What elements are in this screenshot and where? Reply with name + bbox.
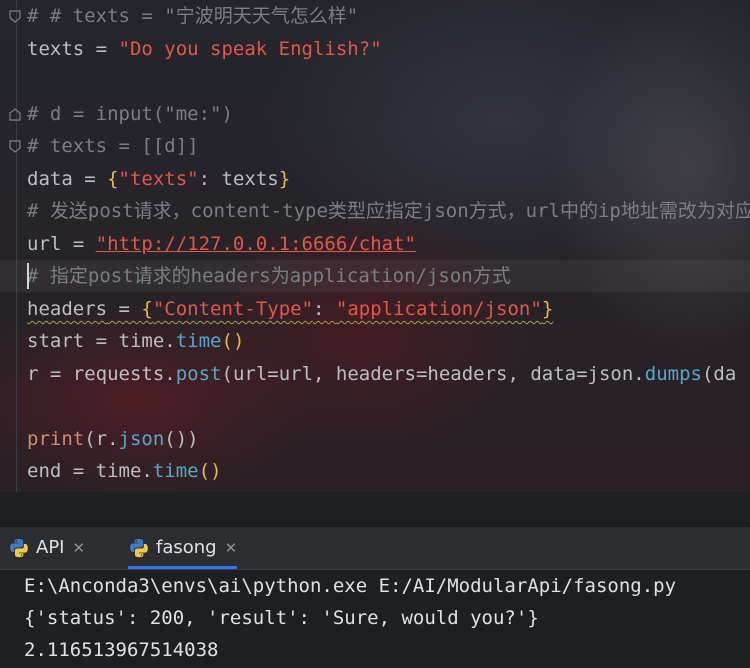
code-line-11[interactable]: start = time.time() bbox=[27, 325, 244, 357]
function-call: dumps bbox=[644, 363, 702, 385]
variable: r bbox=[27, 363, 39, 385]
operator: = bbox=[72, 168, 108, 190]
tab-fasong[interactable]: fasong ✕ bbox=[128, 527, 238, 569]
variable: headers bbox=[27, 298, 108, 320]
code-line-8[interactable]: url = "http://127.0.0.1:6666/chat" bbox=[27, 228, 416, 260]
code-line-5[interactable]: # texts = [[d]] bbox=[27, 130, 199, 162]
code-editor[interactable]: # # texts = "宁波明天天气怎么样" texts = "Do you … bbox=[0, 0, 750, 492]
brace: { bbox=[141, 298, 153, 320]
module-ref: time. bbox=[118, 330, 176, 352]
operator: = bbox=[84, 330, 119, 352]
code-line-15[interactable]: end = time.time() bbox=[27, 455, 222, 487]
indent-guide bbox=[16, 0, 17, 492]
code-line-4[interactable]: # d = input("me:") bbox=[27, 98, 233, 130]
call-args: (url=url, headers=headers, data=json. bbox=[221, 363, 645, 385]
module-ref: time. bbox=[95, 460, 153, 482]
variable: url bbox=[27, 233, 62, 255]
comment: # d = input("me:") bbox=[27, 103, 233, 125]
fold-start-icon[interactable] bbox=[9, 108, 21, 121]
dict-value: texts bbox=[221, 168, 279, 190]
brace: { bbox=[107, 168, 119, 190]
builtin-function: print bbox=[27, 428, 85, 450]
call-args: () bbox=[198, 460, 222, 482]
console-output-line: 2.116513967514038 bbox=[24, 639, 219, 661]
console-output-line: {'status': 200, 'result': 'Sure, would y… bbox=[24, 607, 539, 629]
run-console[interactable]: E:\Anconda3\envs\ai\python.exe E:/AI/Mod… bbox=[0, 570, 750, 668]
fold-end-icon[interactable] bbox=[9, 10, 21, 23]
function-call: json bbox=[118, 428, 165, 450]
code-line-14[interactable]: print(r.json()) bbox=[27, 423, 199, 455]
python-icon bbox=[10, 538, 28, 558]
call-args: ()) bbox=[164, 428, 199, 450]
operator: = bbox=[107, 298, 142, 320]
code-line-1[interactable]: # # texts = "宁波明天天气怎么样" bbox=[27, 0, 358, 32]
code-line-7[interactable]: # 发送post请求，content-type类型应指定json方式，url中的… bbox=[27, 195, 750, 227]
variable: start bbox=[27, 330, 85, 352]
function-call: time bbox=[175, 330, 222, 352]
dict-key: "texts" bbox=[118, 168, 199, 190]
variable: texts bbox=[27, 38, 85, 60]
variable: data bbox=[27, 168, 73, 190]
module-ref: requests. bbox=[72, 363, 176, 385]
close-icon[interactable]: ✕ bbox=[225, 527, 238, 569]
brace: } bbox=[278, 168, 291, 190]
function-call: post bbox=[175, 363, 222, 385]
operator: = bbox=[38, 363, 73, 385]
code-line-9[interactable]: # 指定post请求的headers为application/json方式 bbox=[0, 260, 750, 292]
code-line-2[interactable]: texts = "Do you speak English?" bbox=[27, 33, 382, 65]
console-command-line: E:\Anconda3\envs\ai\python.exe E:/AI/Mod… bbox=[24, 575, 677, 597]
brace: } bbox=[541, 298, 554, 320]
dict-key: "Content-Type" bbox=[152, 298, 314, 320]
comment: # 发送post请求，content-type类型应指定json方式，url中的… bbox=[27, 200, 750, 222]
code-line-10[interactable]: headers = {"Content-Type": "application/… bbox=[27, 293, 553, 325]
operator: = bbox=[84, 38, 119, 60]
comment: # texts = [[d]] bbox=[27, 135, 199, 157]
call-args: (r. bbox=[84, 428, 119, 450]
code-line-12[interactable]: r = requests.post(url=url, headers=heade… bbox=[27, 358, 736, 390]
colon: : bbox=[313, 298, 336, 320]
operator: = bbox=[61, 460, 96, 482]
dict-value: "application/json" bbox=[335, 298, 542, 320]
operator: = bbox=[61, 233, 96, 255]
tab-label: fasong bbox=[156, 537, 217, 558]
tab-label: API bbox=[36, 537, 65, 558]
tab-api[interactable]: API ✕ bbox=[8, 527, 85, 569]
colon: : bbox=[198, 168, 222, 190]
comment: # # texts = "宁波明天天气怎么样" bbox=[27, 5, 359, 27]
fold-end-icon[interactable] bbox=[9, 140, 21, 153]
call-args: () bbox=[221, 330, 245, 352]
text-caret bbox=[27, 263, 29, 289]
code-line-6[interactable]: data = {"texts": texts} bbox=[27, 163, 290, 195]
python-icon bbox=[130, 538, 148, 558]
comment: # 指定post请求的headers为application/json方式 bbox=[27, 265, 511, 287]
run-tab-bar: API ✕ fasong ✕ bbox=[0, 527, 750, 570]
url-string[interactable]: "http://127.0.0.1:6666/chat" bbox=[96, 233, 416, 255]
function-call: time bbox=[152, 460, 199, 482]
call-args: (da bbox=[701, 363, 737, 385]
variable: end bbox=[27, 460, 62, 482]
close-icon[interactable]: ✕ bbox=[72, 527, 85, 569]
string-literal: "Do you speak English?" bbox=[118, 38, 382, 60]
